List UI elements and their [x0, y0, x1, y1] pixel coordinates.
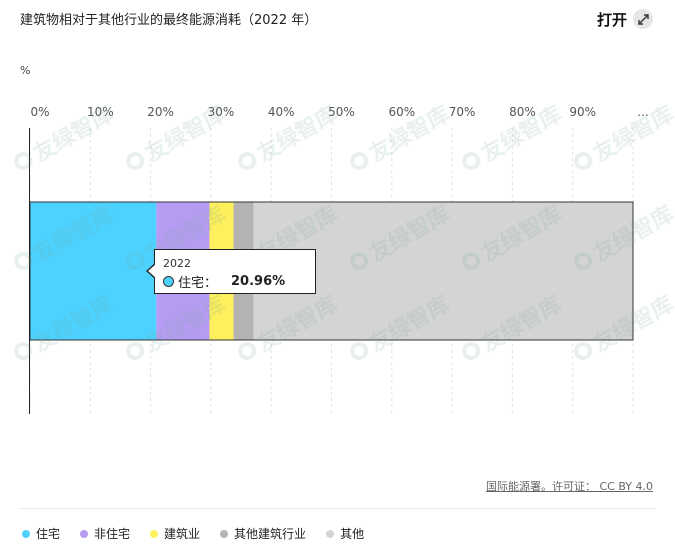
x-tick-label: 70% [449, 105, 476, 119]
tooltip-value: 20.96% [231, 274, 286, 289]
x-tick-label: 80% [509, 105, 536, 119]
legend-label: 非住宅 [94, 527, 131, 541]
x-axis-ticks: 0% 10% 20% 30% 40% 50% 60% 70% 80% 90%... [30, 105, 648, 119]
x-tick-label: 20% [147, 105, 174, 119]
tooltip-year: 2022 [163, 257, 191, 270]
legend-item[interactable]: 其他建筑行业 [220, 525, 306, 542]
divider [20, 508, 656, 509]
legend-swatch [326, 529, 335, 538]
x-tick-label: 30% [208, 105, 235, 119]
stacked-bar-chart: 0% 10% 20% 30% 40% 50% 60% 70% 80% 90%... [29, 105, 649, 414]
legend-swatch [220, 529, 229, 538]
legend-label: 其他 [340, 527, 365, 541]
legend-label: 建筑业 [164, 527, 201, 541]
x-tick-label: 40% [268, 105, 295, 119]
tooltip-series-label: 住宅： [178, 276, 218, 291]
legend-item[interactable]: 非住宅 [80, 525, 130, 542]
legend-item[interactable]: 其他 [326, 525, 364, 542]
x-tick-label: 10% [87, 105, 114, 119]
legend-item[interactable]: 住宅 [22, 525, 60, 542]
legend-label: 其他建筑行业 [234, 527, 307, 541]
source-link[interactable]: 国际能源署。许可证： CC BY 4.0 [486, 478, 653, 494]
tooltip-series-swatch [163, 276, 174, 287]
x-tick-label: 90% [569, 105, 596, 119]
legend: 住宅 非住宅 建筑业 其他建筑行业 其他 [22, 525, 364, 542]
x-tick-label: ... [637, 105, 648, 119]
legend-label: 住宅 [36, 527, 61, 541]
legend-item[interactable]: 建筑业 [150, 525, 200, 542]
legend-swatch [22, 529, 30, 538]
legend-swatch [150, 529, 159, 538]
legend-swatch [80, 529, 89, 538]
x-tick-label: 0% [30, 105, 49, 119]
bar-segment[interactable] [30, 202, 157, 340]
x-tick-label: 60% [388, 105, 415, 119]
tooltip: 2022 住宅： 20.96% [146, 249, 316, 294]
x-tick-label: 50% [328, 105, 355, 119]
bar-segments [29, 201, 634, 341]
tooltip-row: 住宅： 20.96% [163, 272, 315, 291]
